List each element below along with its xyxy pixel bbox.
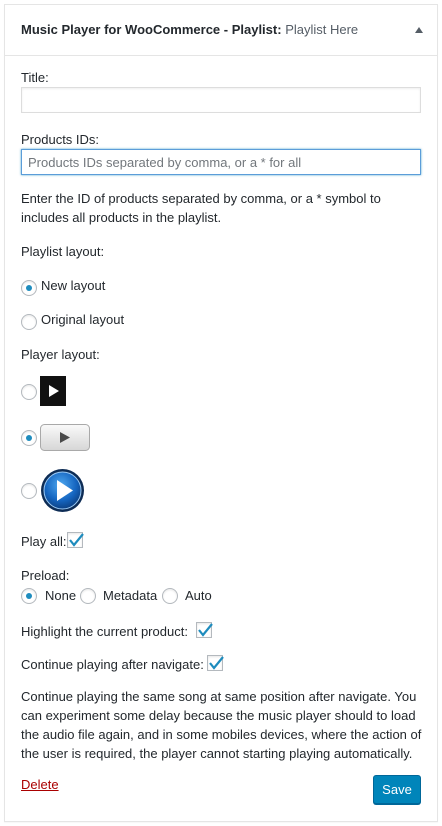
- preload-auto-label: Auto: [185, 588, 212, 603]
- player-skin-3-radio[interactable]: [21, 483, 37, 499]
- save-button[interactable]: Save: [373, 775, 421, 804]
- continue-help-line-2: can experiment some delay because the mu…: [21, 708, 416, 723]
- title-input[interactable]: [21, 87, 421, 113]
- player-layout-label: Player layout:: [21, 347, 100, 362]
- title-label: Title:: [21, 70, 49, 85]
- widget-title-main: Music Player for WooCommerce - Playlist:: [21, 22, 282, 37]
- products-help-line-2: includes all products in the playlist.: [21, 210, 222, 225]
- preload-auto-radio[interactable]: [162, 588, 178, 604]
- widget-header[interactable]: Music Player for WooCommerce - Playlist:…: [5, 5, 437, 56]
- checkmark-icon: [209, 656, 224, 670]
- playlist-layout-new-label: New layout: [41, 278, 106, 293]
- continue-checkbox[interactable]: [207, 655, 224, 671]
- player-skin-2-radio[interactable]: [21, 430, 37, 446]
- continue-label: Continue playing after navigate:: [21, 657, 204, 672]
- collapse-arrow-icon[interactable]: [415, 27, 423, 33]
- player-skin-1-radio[interactable]: [21, 384, 37, 400]
- blue-circle-play-icon[interactable]: [40, 468, 85, 513]
- products-help: Enter the ID of products separated by co…: [21, 189, 421, 227]
- highlight-checkbox[interactable]: [196, 622, 213, 638]
- preload-metadata-label: Metadata: [103, 588, 158, 603]
- checkmark-icon: [69, 533, 84, 547]
- playlist-layout-original-radio[interactable]: [21, 314, 37, 330]
- play-all-checkbox[interactable]: [67, 532, 84, 548]
- preload-none-label: None: [45, 588, 77, 603]
- playlist-layout-original-label: Original layout: [41, 312, 125, 327]
- products-label: Products IDs:: [21, 132, 100, 147]
- products-help-line-1: Enter the ID of products separated by co…: [21, 191, 381, 206]
- continue-help-line-1: Continue playing the same song at same p…: [21, 689, 417, 704]
- highlight-label: Highlight the current product:: [21, 624, 188, 639]
- delete-link[interactable]: Delete: [21, 777, 59, 792]
- preload-label: Preload:: [21, 568, 70, 583]
- playlist-layout-new-radio[interactable]: [21, 280, 37, 296]
- continue-help-line-4: the user is required, the player cannot …: [21, 746, 413, 761]
- preload-metadata-radio[interactable]: [80, 588, 96, 604]
- preload-none-radio[interactable]: [21, 588, 37, 604]
- continue-help: Continue playing the same song at same p…: [21, 687, 426, 763]
- widget-title-sub: Playlist Here: [285, 22, 359, 37]
- products-input[interactable]: [21, 149, 421, 175]
- gray-rounded-play-icon[interactable]: [40, 424, 90, 451]
- play-all-label: Play all:: [21, 534, 67, 549]
- dark-square-play-icon[interactable]: [40, 376, 66, 406]
- continue-help-line-3: the audio file again, and in some mobile…: [21, 727, 422, 742]
- playlist-layout-label: Playlist layout:: [21, 244, 105, 259]
- checkmark-icon: [198, 623, 213, 637]
- widget-title: Music Player for WooCommerce - Playlist:…: [21, 22, 358, 37]
